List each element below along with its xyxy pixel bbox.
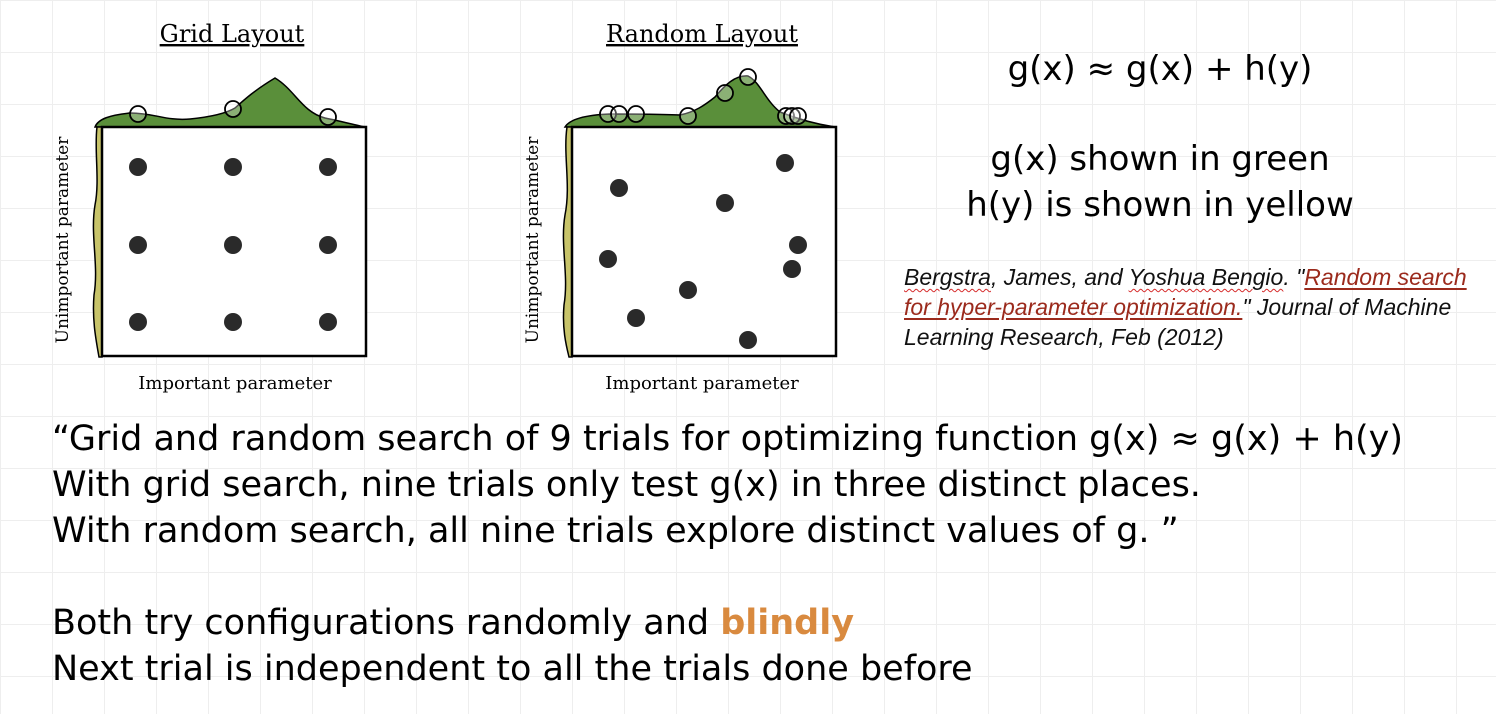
projection-marker xyxy=(716,84,734,102)
trial-point xyxy=(129,313,147,331)
trial-point xyxy=(627,309,645,327)
projection-marker xyxy=(129,105,147,123)
bottom-line-1-text: Both try configurations randomly and xyxy=(52,603,721,643)
projection-marker xyxy=(319,108,337,126)
projection-marker xyxy=(627,105,645,123)
random-layout-diagram: Random Layout Important parameter Unimpo… xyxy=(523,20,838,394)
formula-notes: g(x) shown in green h(y) is shown in yel… xyxy=(900,136,1420,228)
h-y-curve xyxy=(92,126,103,358)
random-layout-title: Random Layout xyxy=(606,20,798,48)
bottom-block: Both try configurations randomly and bli… xyxy=(52,600,1482,692)
green-note: g(x) shown in green xyxy=(990,139,1330,179)
grid-layout-title: Grid Layout xyxy=(160,20,305,48)
citation-author-2: Yoshua Bengio xyxy=(1128,264,1284,290)
trial-point xyxy=(224,313,242,331)
grid-layout-figure: Grid Layout Important parameter Unimport… xyxy=(40,0,380,405)
quote-line-2: With grid search, nine trials only test … xyxy=(52,465,1201,505)
yellow-note: h(y) is shown in yellow xyxy=(966,185,1354,225)
trial-point xyxy=(224,236,242,254)
trial-point xyxy=(319,158,337,176)
grid-y-axis-label: Unimportant parameter xyxy=(53,136,73,344)
bottom-line-2: Next trial is independent to all the tri… xyxy=(52,649,973,689)
grid-x-axis-label: Important parameter xyxy=(138,373,332,394)
trial-point xyxy=(129,236,147,254)
trial-point xyxy=(679,281,697,299)
random-y-axis-label: Unimportant parameter xyxy=(523,136,543,344)
blindly-highlight: blindly xyxy=(720,603,855,643)
random-layout-figure: Random Layout Important parameter Unimpo… xyxy=(510,0,850,405)
trial-point xyxy=(319,313,337,331)
trial-point xyxy=(789,236,807,254)
trial-point xyxy=(224,158,242,176)
random-x-axis-label: Important parameter xyxy=(605,373,799,394)
trial-point xyxy=(783,260,801,278)
trial-point xyxy=(599,250,617,268)
trial-point xyxy=(129,158,147,176)
trial-point xyxy=(776,154,794,172)
trial-point xyxy=(739,331,757,349)
quote-line-3: With random search, all nine trials expl… xyxy=(52,511,1179,551)
trial-point xyxy=(610,179,628,197)
grid-layout-diagram: Grid Layout Important parameter Unimport… xyxy=(53,20,368,394)
quote-block: “Grid and random search of 9 trials for … xyxy=(52,416,1482,554)
formula-main: g(x) ≈ g(x) + h(y) xyxy=(1007,49,1313,89)
citation-author-1: Bergstra xyxy=(904,264,991,290)
projection-marker xyxy=(224,100,242,118)
projection-marker xyxy=(739,68,757,86)
citation: Bergstra, James, and Yoshua Bengio. "Ran… xyxy=(904,262,1484,352)
projection-marker xyxy=(789,107,807,125)
projection-marker xyxy=(679,107,697,125)
h-y-curve xyxy=(562,126,573,358)
trial-point xyxy=(319,236,337,254)
citation-text-2: . " xyxy=(1283,264,1305,290)
trial-point xyxy=(716,194,734,212)
bottom-line-1: Both try configurations randomly and bli… xyxy=(52,600,1482,646)
citation-text-1: , James, and xyxy=(990,264,1129,290)
quote-line-1: “Grid and random search of 9 trials for … xyxy=(52,419,1404,459)
projection-marker xyxy=(610,105,628,123)
